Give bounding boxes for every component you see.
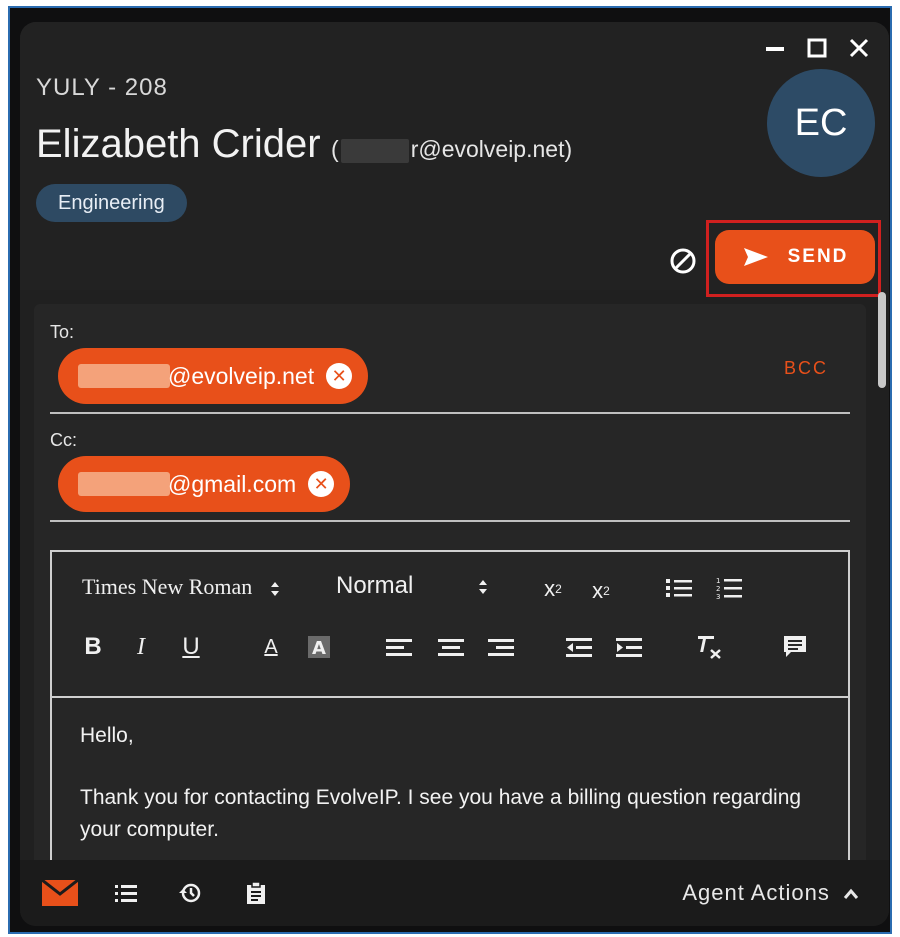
contact-email: ( r@evolveip.net) xyxy=(331,136,573,163)
email-open-paren: ( xyxy=(331,136,339,162)
cc-divider xyxy=(50,520,850,522)
subscript-icon[interactable]: x2 xyxy=(584,576,618,606)
agent-actions-label: Agent Actions xyxy=(682,880,830,905)
clear-format-icon[interactable] xyxy=(694,632,724,662)
svg-text:A: A xyxy=(312,638,326,659)
avatar: EC xyxy=(767,69,875,177)
clipboard-icon[interactable] xyxy=(238,878,274,908)
queue-label: YULY - 208 xyxy=(36,74,168,101)
font-family-select[interactable]: Times New Roman xyxy=(82,574,280,600)
contact-header: YULY - 208 Elizabeth Crider ( r@evolveip.… xyxy=(20,22,889,297)
to-divider xyxy=(50,412,850,414)
font-size-value: Normal xyxy=(336,572,414,599)
agent-actions-menu[interactable]: Agent Actions xyxy=(682,880,859,906)
align-right-icon[interactable] xyxy=(486,634,516,662)
send-button[interactable]: SEND xyxy=(715,230,875,284)
message-paragraph: Thank you for contacting EvolveIP. I see… xyxy=(80,786,802,841)
align-center-icon[interactable] xyxy=(436,634,466,662)
superscript-icon[interactable]: x2 xyxy=(536,574,570,604)
bullet-list-icon[interactable] xyxy=(664,574,694,602)
remove-recipient-icon[interactable]: ✕ xyxy=(326,363,353,389)
contact-name-line: Elizabeth Crider ( r@evolveip.net) xyxy=(36,122,572,167)
to-chip-text: @evolveip.net xyxy=(168,362,315,389)
send-icon xyxy=(743,248,768,266)
comment-icon[interactable] xyxy=(780,632,810,662)
cc-chip-text: @gmail.com xyxy=(168,470,297,497)
message-greeting: Hello, xyxy=(80,724,134,747)
outdent-icon[interactable] xyxy=(564,634,594,662)
remove-recipient-icon[interactable]: ✕ xyxy=(308,471,335,497)
email-compose-window: YULY - 208 Elizabeth Crider ( r@evolveip.… xyxy=(20,22,889,926)
contact-name: Elizabeth Crider xyxy=(36,122,321,166)
bottom-toolbar: Agent Actions xyxy=(20,860,889,926)
history-icon[interactable] xyxy=(172,878,208,908)
to-label: To: xyxy=(50,322,75,342)
cc-recipient-chip[interactable]: @gmail.com ✕ xyxy=(58,456,351,512)
indent-icon[interactable] xyxy=(614,634,644,662)
email-visible-part: r@evolveip.net) xyxy=(410,136,573,162)
italic-icon[interactable]: I xyxy=(126,632,156,662)
email-redaction xyxy=(340,138,409,163)
font-color-icon[interactable]: A xyxy=(256,632,286,662)
minimize-icon[interactable] xyxy=(761,34,789,62)
scrollbar-thumb[interactable] xyxy=(878,292,886,388)
rich-text-editor: Times New Roman Normal x2 x2 123 B I U A… xyxy=(50,550,850,910)
bold-icon[interactable]: B xyxy=(78,632,108,662)
window-controls xyxy=(761,34,873,62)
svg-text:2: 2 xyxy=(716,585,720,593)
close-icon[interactable] xyxy=(845,34,873,62)
select-arrows-icon xyxy=(270,581,279,596)
numbered-list-icon[interactable]: 123 xyxy=(714,574,744,602)
recipient-redaction xyxy=(78,364,170,388)
bcc-link[interactable]: BCC xyxy=(784,358,828,379)
font-size-select[interactable]: Normal xyxy=(336,572,488,600)
maximize-icon[interactable] xyxy=(803,34,831,62)
select-arrows-icon xyxy=(479,579,488,594)
cc-label: Cc: xyxy=(50,430,77,450)
recipient-redaction xyxy=(78,472,170,496)
svg-text:3: 3 xyxy=(716,593,720,600)
message-body[interactable]: Hello, Thank you for contacting EvolveIP… xyxy=(80,720,820,876)
department-tag: Engineering xyxy=(36,184,187,222)
underline-icon[interactable]: U xyxy=(176,632,206,662)
chevron-up-icon xyxy=(843,888,859,899)
discard-icon[interactable] xyxy=(668,246,698,276)
send-label: SEND xyxy=(787,246,849,267)
email-icon[interactable] xyxy=(42,878,78,908)
svg-text:1: 1 xyxy=(716,577,720,585)
list-icon[interactable] xyxy=(108,878,144,908)
align-left-icon[interactable] xyxy=(384,634,414,662)
font-family-value: Times New Roman xyxy=(82,574,253,599)
background-color-icon[interactable]: A xyxy=(304,632,334,662)
compose-panel: To: @evolveip.net ✕ BCC Cc: @gmail.com ✕… xyxy=(34,304,866,910)
editor-toolbar: Times New Roman Normal x2 x2 123 B I U A… xyxy=(52,552,848,698)
to-recipient-chip[interactable]: @evolveip.net ✕ xyxy=(58,348,369,404)
